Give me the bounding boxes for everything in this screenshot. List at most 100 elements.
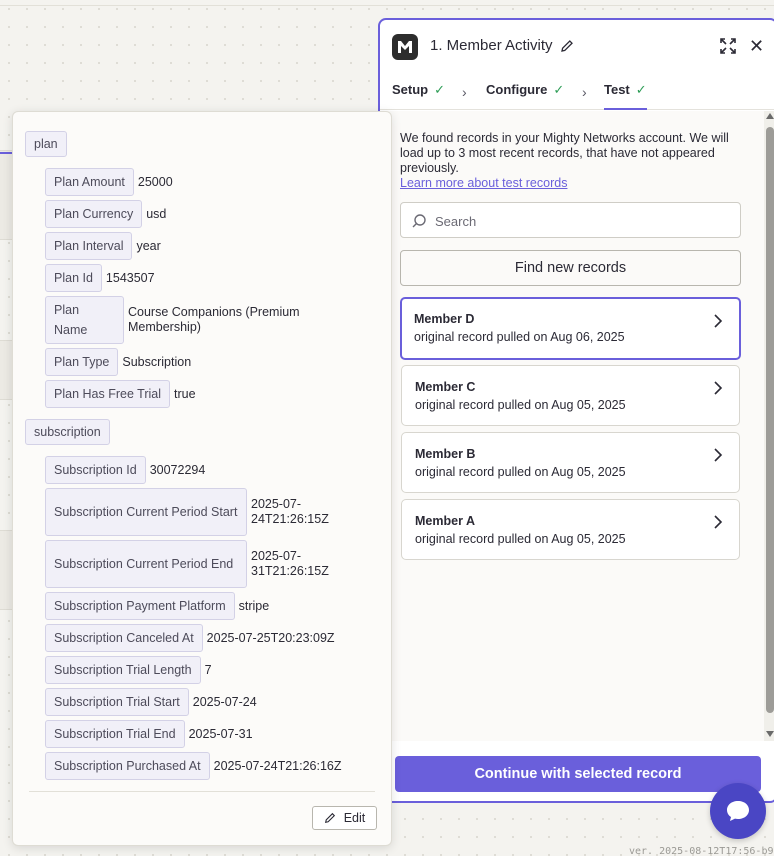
chevron-right-icon	[714, 381, 723, 395]
group-label-subscription: subscription	[25, 419, 110, 445]
pencil-icon	[324, 812, 335, 824]
expand-icon[interactable]	[719, 37, 737, 55]
field-row: Plan Interval year	[45, 232, 161, 260]
scrollbar[interactable]	[764, 111, 774, 741]
field-key: Subscription Trial End	[45, 720, 185, 748]
field-key: Subscription Purchased At	[45, 752, 210, 780]
field-value: 2025-07-25T20:23:09Z	[206, 630, 335, 645]
field-row: Subscription Trial Length 7	[45, 656, 212, 684]
field-row: Subscription Trial Start 2025-07-24	[45, 688, 257, 716]
field-key: Subscription Trial Length	[45, 656, 201, 684]
popover-divider	[29, 791, 375, 792]
scroll-thumb[interactable]	[766, 127, 774, 713]
field-value: 2025-07-24T21:26:15Z	[251, 497, 329, 526]
check-icon: ✓	[553, 82, 565, 97]
field-row: Plan Id 1543507	[45, 264, 155, 292]
record-item[interactable]: Member C original record pulled on Aug 0…	[401, 365, 740, 426]
field-key: Plan Interval	[45, 232, 133, 260]
edit-button[interactable]: Edit	[312, 806, 377, 830]
pencil-icon[interactable]	[560, 39, 574, 53]
canvas-top-divider	[0, 5, 774, 6]
edit-button-label: Edit	[343, 811, 366, 825]
chat-icon[interactable]	[710, 783, 766, 839]
field-value: 25000	[137, 174, 173, 189]
chevron-right-icon: ›	[462, 84, 467, 100]
field-row: Subscription Purchased At 2025-07-24T21:…	[45, 752, 342, 780]
record-name: Member B	[415, 447, 476, 461]
chevron-right-icon: ›	[582, 84, 587, 100]
record-item[interactable]: Member B original record pulled on Aug 0…	[401, 432, 740, 493]
field-value: true	[173, 386, 196, 401]
info-text: We found records in your Mighty Networks…	[400, 131, 750, 191]
tab-configure[interactable]: Configure ✓	[486, 82, 564, 110]
field-key: Subscription Current Period Start	[45, 488, 247, 536]
record-pulled-date: original record pulled on Aug 06, 2025	[414, 330, 625, 344]
field-value: Subscription	[122, 354, 192, 369]
field-key: Subscription Payment Platform	[45, 592, 235, 620]
field-row: Subscription Trial End 2025-07-31	[45, 720, 253, 748]
field-value: Course Companions (Premium Membership)	[128, 305, 300, 334]
close-icon[interactable]: ✕	[749, 37, 764, 55]
chevron-right-icon	[714, 314, 723, 328]
field-row: Subscription Current Period End 2025-07-…	[45, 540, 341, 588]
learn-more-link[interactable]: Learn more about test records	[400, 176, 750, 191]
panel-title: 1. Member Activity	[430, 37, 553, 54]
field-value: 2025-07-24	[192, 694, 257, 709]
version-text: ver. 2025-08-12T17:56-b9aa5	[629, 846, 774, 856]
search-input[interactable]	[435, 211, 725, 231]
field-key: Subscription Trial Start	[45, 688, 189, 716]
field-row: Subscription Id 30072294	[45, 456, 205, 484]
record-name: Member A	[415, 514, 475, 528]
record-name: Member C	[415, 380, 476, 394]
field-value: 2025-07-31	[188, 726, 253, 741]
field-value: 1543507	[105, 270, 155, 285]
panel-header: 1. Member Activity ✕	[380, 20, 774, 74]
field-key: Subscription Canceled At	[45, 624, 203, 652]
find-new-records-button[interactable]: Find new records	[400, 250, 741, 286]
field-key: Plan Amount	[45, 168, 134, 196]
field-row: Subscription Payment Platform stripe	[45, 592, 269, 620]
step-tabs: Setup ✓ › Configure ✓ › Test ✓	[380, 74, 774, 110]
field-key: Subscription Id	[45, 456, 146, 484]
field-key: Plan Type	[45, 348, 119, 376]
tab-setup[interactable]: Setup ✓	[392, 82, 445, 110]
group-label-plan: plan	[25, 131, 67, 157]
scroll-up-arrow[interactable]	[766, 113, 774, 119]
field-key: Plan Id	[45, 264, 102, 292]
record-item[interactable]: Member A original record pulled on Aug 0…	[401, 499, 740, 560]
step-panel: 1. Member Activity ✕ Setup ✓ › Configure…	[378, 18, 774, 803]
field-row: Plan Has Free Trial true	[45, 380, 196, 408]
field-row: Plan Currency usd	[45, 200, 166, 228]
test-content: We found records in your Mighty Networks…	[380, 111, 764, 741]
record-details-popover: plan Plan Amount 25000 Plan Currency usd…	[12, 111, 392, 846]
info-message: We found records in your Mighty Networks…	[400, 131, 729, 175]
field-value: 7	[204, 662, 212, 677]
record-item[interactable]: Member D original record pulled on Aug 0…	[400, 297, 741, 360]
continue-with-selected-record-button[interactable]: Continue with selected record	[395, 756, 761, 792]
tab-label: Test	[604, 82, 630, 97]
chevron-right-icon	[714, 515, 723, 529]
field-value: 2025-07-24T21:26:16Z	[213, 758, 342, 773]
tab-label: Setup	[392, 82, 429, 97]
field-row: Plan Amount 25000	[45, 168, 173, 196]
tab-test[interactable]: Test ✓	[604, 82, 647, 110]
mighty-networks-app-icon	[392, 34, 418, 60]
scroll-down-arrow[interactable]	[766, 731, 774, 737]
record-pulled-date: original record pulled on Aug 05, 2025	[415, 398, 626, 412]
field-value: 30072294	[149, 462, 206, 477]
field-key: Plan Has Free Trial	[45, 380, 170, 408]
record-pulled-date: original record pulled on Aug 05, 2025	[415, 532, 626, 546]
field-row: Subscription Canceled At 2025-07-25T20:2…	[45, 624, 335, 652]
field-value: stripe	[238, 598, 270, 613]
chevron-right-icon	[714, 448, 723, 462]
field-value: usd	[146, 206, 167, 221]
tab-label: Configure	[486, 82, 548, 97]
search-box	[400, 202, 741, 238]
field-value: 2025-07-31T21:26:15Z	[251, 549, 329, 578]
field-row: Subscription Current Period Start 2025-0…	[45, 488, 341, 536]
field-value: year	[136, 238, 161, 253]
field-key: Plan Currency	[45, 200, 143, 228]
check-icon: ✓	[635, 82, 647, 97]
record-pulled-date: original record pulled on Aug 05, 2025	[415, 465, 626, 479]
field-key: Subscription Current Period End	[45, 540, 247, 588]
